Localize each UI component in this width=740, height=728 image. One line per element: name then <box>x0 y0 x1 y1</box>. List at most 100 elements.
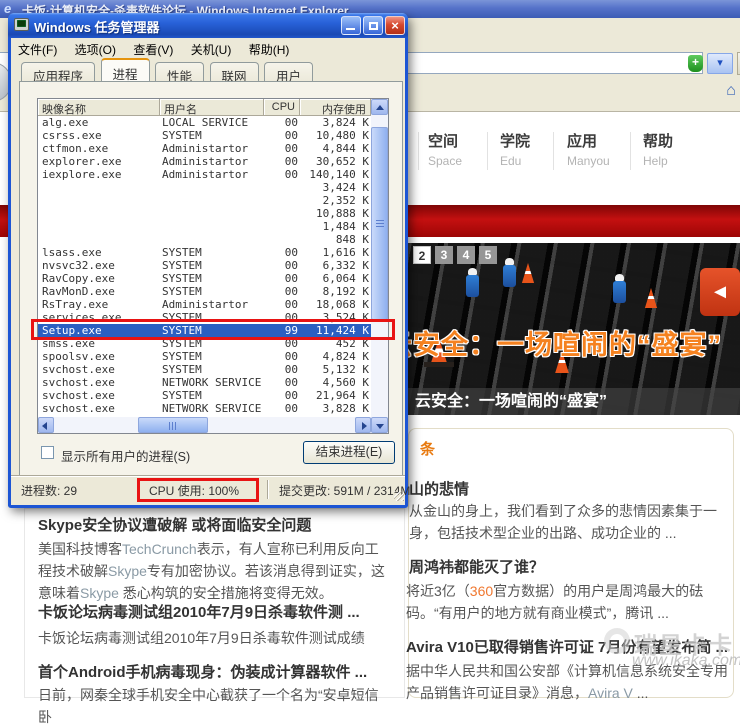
nav-item-space[interactable]: 空间 Space <box>428 130 462 168</box>
process-cell-mem: 1,484 K <box>322 220 369 233</box>
nav-label: 应用 <box>567 133 598 150</box>
news-body: 据中华人民共和国公安部《计算机信息系统安全专用产品销售许可证目录》消息，Avir… <box>406 663 728 701</box>
address-dropdown-button[interactable]: ▾ <box>707 53 733 74</box>
column-header-user-name[interactable]: 用户名 <box>160 99 264 116</box>
news-title[interactable]: 山的悲情 <box>409 478 469 499</box>
horizontal-scrollbar[interactable] <box>38 417 371 433</box>
process-row[interactable]: alg.exe LOCAL SERVICE 00 3,824 K <box>38 116 371 129</box>
nav-sublabel: Edu <box>500 154 522 168</box>
process-cell-cpu: 00 <box>284 363 298 376</box>
task-manager-app-icon <box>14 18 29 31</box>
process-cell-user: Administartor <box>162 298 249 311</box>
carousel-page-2[interactable]: 2 <box>413 246 431 264</box>
process-cell-mem: 848 K <box>335 233 369 246</box>
process-row[interactable]: svchost.exe NETWORK SERVICE 00 4,560 K <box>38 376 371 389</box>
column-header-image-name[interactable]: 映像名称 <box>38 99 160 116</box>
news-title[interactable]: Avira V10已取得销售许可证 7月份有望发布简 ... <box>406 636 728 657</box>
process-cell-cpu: 00 <box>284 350 298 363</box>
process-row[interactable]: iexplore.exe Administartor 00 140,140 K <box>38 168 371 181</box>
minimize-icon <box>346 28 355 30</box>
process-cell-cpu: 00 <box>284 402 298 415</box>
process-row[interactable]: ctfmon.exe Administartor 00 4,844 K <box>38 142 371 155</box>
nav-item-edu[interactable]: 学院 Edu <box>500 130 530 168</box>
process-row[interactable]: 3,424 K <box>38 181 371 194</box>
show-all-processes-checkbox[interactable] <box>41 446 54 459</box>
nav-item-manyou[interactable]: 应用 Manyou <box>567 130 610 168</box>
scroll-up-button[interactable] <box>371 99 388 115</box>
home-icon[interactable]: ⌂ <box>722 82 740 100</box>
end-process-button[interactable]: 结束进程(E) <box>303 441 395 464</box>
menu-shutdown[interactable]: 关机(U) <box>184 38 239 58</box>
nav-item-help[interactable]: 帮助 Help <box>643 130 673 168</box>
banner-caption[interactable]: 云安全：一场喧闹的“盛宴” <box>415 388 607 415</box>
scroll-right-button[interactable] <box>355 417 371 433</box>
arrow-left-icon <box>42 422 47 430</box>
process-row[interactable]: spoolsv.exe SYSTEM 00 4,824 K <box>38 350 371 363</box>
carousel-left-arrow[interactable]: ◄ <box>700 268 740 316</box>
menu-view[interactable]: 查看(V) <box>126 38 180 58</box>
vertical-scrollbar-thumb[interactable] <box>371 127 388 320</box>
traffic-cone <box>521 263 535 283</box>
process-row[interactable]: 1,484 K <box>38 220 371 233</box>
maximize-button[interactable] <box>363 16 383 35</box>
process-cell-name: spoolsv.exe <box>42 350 115 363</box>
carousel-page-3[interactable]: 3 <box>435 246 453 264</box>
process-cell-mem: 6,332 K <box>322 259 369 272</box>
process-table-body: alg.exe LOCAL SERVICE 00 3,824 K csrss.exe SY… <box>38 116 371 417</box>
process-cell-user: NETWORK SERVICE <box>162 376 262 389</box>
process-cell-user: LOCAL SERVICE <box>162 116 249 129</box>
process-cell-cpu: 00 <box>284 389 298 402</box>
scroll-left-button[interactable] <box>38 417 54 433</box>
process-row[interactable]: 10,888 K <box>38 207 371 220</box>
carousel-page-4[interactable]: 4 <box>457 246 475 264</box>
process-cell-mem: 6,064 K <box>322 272 369 285</box>
nav-label: 帮助 <box>643 133 674 150</box>
process-row[interactable]: RsTray.exe Administartor 00 18,068 K <box>38 298 371 311</box>
news-body: 从金山的身上，我们看到了众多的悲情因素集于一身，包括技术型企业的出路、成功企业的… <box>409 503 717 541</box>
news-title[interactable]: 首个Android手机病毒现身：伪装成计算器软件 ... <box>38 661 367 682</box>
process-row[interactable]: RavCopy.exe SYSTEM 00 6,064 K <box>38 272 371 285</box>
process-cell-name: ctfmon.exe <box>42 142 109 155</box>
menu-file[interactable]: 文件(F) <box>11 38 64 58</box>
column-header-memory[interactable]: 内存使用 <box>300 99 371 116</box>
process-row[interactable]: csrss.exe SYSTEM 00 10,480 K <box>38 129 371 142</box>
news-title[interactable]: 卡饭论坛病毒测试组2010年7月9日杀毒软件测 ... <box>38 601 360 622</box>
scroll-down-button[interactable] <box>371 417 388 433</box>
carousel-page-5[interactable]: 5 <box>479 246 497 264</box>
vertical-scrollbar[interactable] <box>371 99 388 433</box>
process-row[interactable]: explorer.exe Administartor 00 30,652 K <box>38 155 371 168</box>
task-manager-titlebar[interactable]: Windows 任务管理器 × <box>8 13 408 38</box>
banner-headline: 云安全：一场喧闹的“盛宴” <box>385 330 722 360</box>
menu-options[interactable]: 选项(O) <box>68 38 123 58</box>
process-row[interactable]: 2,352 K <box>38 194 371 207</box>
minimize-button[interactable] <box>341 16 361 35</box>
horizontal-scrollbar-thumb[interactable] <box>138 417 208 433</box>
process-row[interactable]: svchost.exe SYSTEM 00 5,132 K <box>38 363 371 376</box>
process-cell-cpu: 00 <box>284 246 298 259</box>
status-commit-charge: 提交更改: 591M / 2314M <box>279 484 411 498</box>
site-nav: 空间 Space 学院 Edu 应用 Manyou 帮助 Help <box>408 130 740 176</box>
process-cell-cpu: 00 <box>284 272 298 285</box>
column-header-cpu[interactable]: CPU <box>264 99 300 116</box>
process-cell-user: SYSTEM <box>162 389 202 402</box>
news-title[interactable]: 周鸿祎都能灭了谁？ <box>409 556 544 577</box>
menu-help[interactable]: 帮助(H) <box>242 38 297 58</box>
process-row[interactable]: svchost.exe NETWORK SERVICE 00 3,828 K <box>38 402 371 415</box>
process-cell-mem: 4,824 K <box>322 350 369 363</box>
process-cell-user: SYSTEM <box>162 285 202 298</box>
tab-strip: 应用程序 进程 性能 联网 用户 <box>21 58 315 88</box>
process-cell-cpu: 00 <box>284 298 298 311</box>
close-button[interactable]: × <box>385 16 405 35</box>
news-title[interactable]: Skype安全协议遭破解 或将面临安全问题 <box>38 514 311 535</box>
process-row[interactable]: 848 K <box>38 233 371 246</box>
process-row[interactable]: svchost.exe SYSTEM 00 21,964 K <box>38 389 371 402</box>
process-row[interactable]: RavMonD.exe SYSTEM 00 8,192 K <box>38 285 371 298</box>
process-row[interactable]: nvsvc32.exe SYSTEM 00 6,332 K <box>38 259 371 272</box>
process-cell-mem: 4,560 K <box>322 376 369 389</box>
process-cell-cpu: 00 <box>284 259 298 272</box>
process-cell-name: svchost.exe <box>42 376 115 389</box>
annotation-box-cpu-usage <box>137 478 259 502</box>
resize-grip[interactable] <box>394 491 404 501</box>
shield-plus-icon[interactable]: + <box>688 55 703 72</box>
process-row[interactable]: lsass.exe SYSTEM 00 1,616 K <box>38 246 371 259</box>
